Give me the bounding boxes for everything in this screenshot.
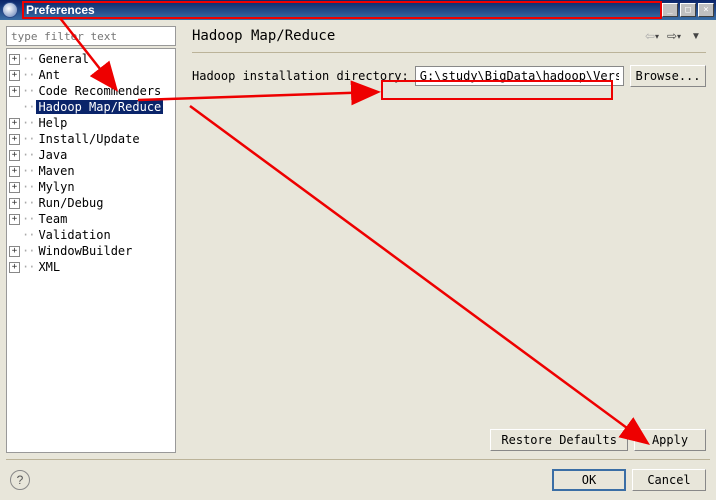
menu-button[interactable]: ▼ [686, 28, 706, 44]
tree-item[interactable]: +··XML [7, 259, 175, 275]
tree-item-label: Team [36, 212, 69, 226]
minimize-button[interactable]: _ [662, 3, 678, 17]
tree-item-label: Run/Debug [36, 196, 105, 210]
tree-item-label: Help [36, 116, 69, 130]
expand-spacer [9, 102, 20, 113]
tree-item[interactable]: +··Install/Update [7, 131, 175, 147]
tree-item-label: XML [36, 260, 62, 274]
tree-connector: ·· [22, 196, 34, 210]
page-header: Hadoop Map/Reduce ⇦▾ ⇨▾ ▼ [192, 28, 706, 53]
expand-icon[interactable]: + [9, 134, 20, 145]
cancel-button[interactable]: Cancel [632, 469, 706, 491]
tree-connector: ·· [22, 116, 34, 130]
page-buttons: Restore Defaults Apply [490, 429, 706, 451]
filter-input[interactable] [6, 26, 176, 46]
expand-icon[interactable]: + [9, 54, 20, 65]
expand-icon[interactable]: + [9, 182, 20, 193]
expand-icon[interactable]: + [9, 198, 20, 209]
expand-icon[interactable]: + [9, 70, 20, 81]
titlebar: Preferences _ □ × [0, 0, 716, 20]
expand-icon[interactable]: + [9, 86, 20, 97]
window-title: Preferences [22, 1, 662, 19]
tree-item-label: Maven [36, 164, 76, 178]
tree-item[interactable]: +··Java [7, 147, 175, 163]
app-icon [2, 2, 18, 18]
ok-button[interactable]: OK [552, 469, 626, 491]
back-button[interactable]: ⇦▾ [642, 28, 662, 44]
tree-item[interactable]: +··Maven [7, 163, 175, 179]
close-button[interactable]: × [698, 3, 714, 17]
expand-spacer [9, 230, 20, 241]
expand-icon[interactable]: + [9, 166, 20, 177]
sidebar: +··General+··Ant+··Code Recommenders··Ha… [0, 20, 182, 459]
tree-item[interactable]: +··Run/Debug [7, 195, 175, 211]
main-panel: Hadoop Map/Reduce ⇦▾ ⇨▾ ▼ Hadoop install… [182, 20, 716, 459]
tree-item[interactable]: +··Help [7, 115, 175, 131]
maximize-button[interactable]: □ [680, 3, 696, 17]
expand-icon[interactable]: + [9, 246, 20, 257]
tree-item[interactable]: +··Code Recommenders [7, 83, 175, 99]
tree-connector: ·· [22, 132, 34, 146]
tree-item-label: Java [36, 148, 69, 162]
directory-input[interactable] [415, 66, 624, 86]
tree-item[interactable]: ··Hadoop Map/Reduce [7, 99, 175, 115]
tree-item-label: Ant [36, 68, 62, 82]
expand-icon[interactable]: + [9, 214, 20, 225]
tree-connector: ·· [22, 148, 34, 162]
tree-item-label: Validation [36, 228, 112, 242]
page-title: Hadoop Map/Reduce [192, 28, 642, 44]
expand-icon[interactable]: + [9, 262, 20, 273]
tree-connector: ·· [22, 164, 34, 178]
browse-button[interactable]: Browse... [630, 65, 706, 87]
tree-item-label: Mylyn [36, 180, 76, 194]
tree-item[interactable]: ··Validation [7, 227, 175, 243]
tree-item-label: Code Recommenders [36, 84, 163, 98]
tree-connector: ·· [22, 84, 34, 98]
tree-connector: ·· [22, 228, 34, 242]
tree-connector: ·· [22, 100, 34, 114]
restore-defaults-button[interactable]: Restore Defaults [490, 429, 628, 451]
directory-label: Hadoop installation directory: [192, 69, 409, 83]
tree-connector: ·· [22, 52, 34, 66]
tree-connector: ·· [22, 180, 34, 194]
tree-connector: ·· [22, 68, 34, 82]
tree-connector: ·· [22, 260, 34, 274]
tree-item-label: General [36, 52, 91, 66]
tree-item[interactable]: +··General [7, 51, 175, 67]
tree-item[interactable]: +··WindowBuilder [7, 243, 175, 259]
apply-button[interactable]: Apply [634, 429, 706, 451]
expand-icon[interactable]: + [9, 118, 20, 129]
window-controls: _ □ × [662, 3, 714, 17]
tree-item[interactable]: +··Team [7, 211, 175, 227]
help-icon[interactable]: ? [10, 470, 30, 490]
dialog-footer: ? OK Cancel [0, 460, 716, 500]
tree-item[interactable]: +··Mylyn [7, 179, 175, 195]
tree-item[interactable]: +··Ant [7, 67, 175, 83]
expand-icon[interactable]: + [9, 150, 20, 161]
tree-item-label: WindowBuilder [36, 244, 134, 258]
forward-button[interactable]: ⇨▾ [664, 28, 684, 44]
footer-buttons: OK Cancel [552, 469, 706, 491]
tree-connector: ·· [22, 212, 34, 226]
nav-arrows: ⇦▾ ⇨▾ ▼ [642, 28, 706, 44]
tree-item-label: Hadoop Map/Reduce [36, 100, 163, 114]
tree-connector: ·· [22, 244, 34, 258]
directory-row: Hadoop installation directory: Browse... [192, 65, 706, 87]
tree-item-label: Install/Update [36, 132, 141, 146]
preferences-tree[interactable]: +··General+··Ant+··Code Recommenders··Ha… [6, 48, 176, 453]
